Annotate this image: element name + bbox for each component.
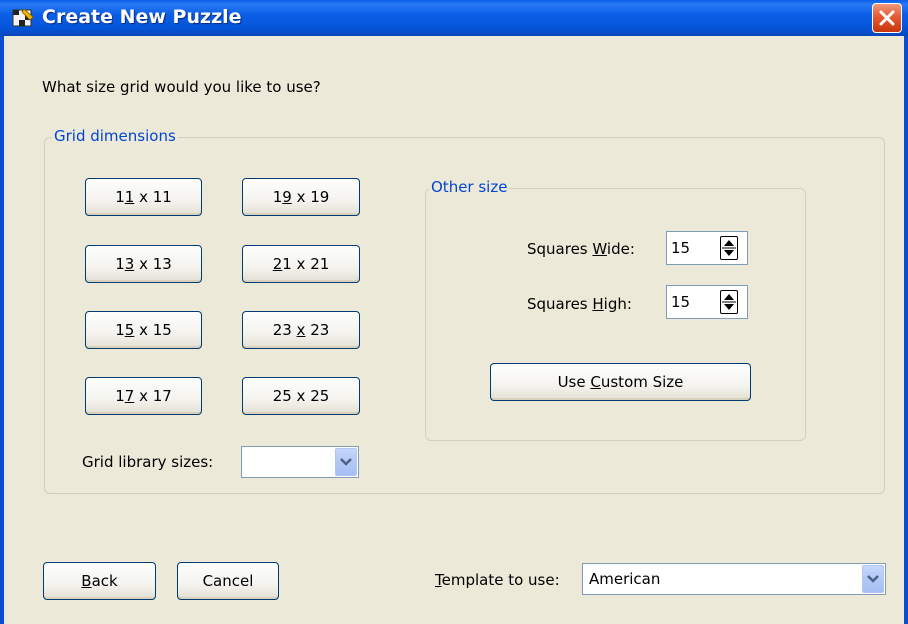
btn-label-pre: 1 [272, 188, 283, 206]
label-accel: T [435, 571, 442, 589]
chevron-down-icon [340, 458, 352, 466]
create-new-puzzle-dialog: Create New Puzzle What size grid would y… [0, 0, 908, 624]
btn-label-accel: C [590, 373, 601, 391]
dropdown-button[interactable] [335, 448, 357, 476]
btn-label-pre: 25 x 25 [272, 387, 330, 405]
use-custom-size-button[interactable]: Use Custom Size [490, 363, 751, 401]
btn-label-pre: 1 [115, 321, 125, 339]
other-size-group [425, 188, 806, 441]
back-button[interactable]: Back [43, 562, 156, 600]
btn-label-post: x 13 [134, 255, 172, 273]
template-select[interactable]: American [582, 563, 886, 595]
template-label: Template to use: [435, 571, 560, 589]
btn-label-post: 23 [305, 321, 330, 339]
btn-label-accel: B [81, 572, 92, 590]
cancel-button[interactable]: Cancel [177, 562, 279, 600]
spin-arrows[interactable] [720, 290, 738, 314]
squares-wide-label: Squares Wide: [527, 240, 635, 258]
btn-label-pre: Use [557, 373, 591, 391]
spin-arrows[interactable] [720, 236, 738, 260]
btn-label-post: ack [91, 572, 118, 590]
grid-dimensions-legend: Grid dimensions [52, 127, 178, 145]
size-23-button[interactable]: 23 x 23 [242, 311, 360, 349]
btn-label-pre: 1 [115, 387, 125, 405]
prompt-text: What size grid would you like to use? [42, 78, 321, 96]
title-bar[interactable]: Create New Puzzle [0, 0, 908, 36]
btn-label-accel: 1 [124, 188, 135, 206]
other-size-legend: Other size [429, 178, 510, 196]
btn-label-accel: 7 [124, 387, 135, 405]
btn-label-pre: 1 [115, 255, 125, 273]
label-post: igh: [603, 295, 632, 313]
btn-label-post: 1 x 21 [282, 255, 330, 273]
window-border-left [0, 36, 4, 624]
spin-up-down-icon [722, 240, 736, 256]
squares-high-label: Squares High: [527, 295, 632, 313]
label-accel: W [592, 240, 607, 258]
label-accel: H [592, 295, 604, 313]
btn-label-post: x 11 [134, 188, 172, 206]
squares-high-value: 15 [671, 293, 691, 311]
close-icon [879, 10, 895, 26]
label-pre: Squares [527, 240, 593, 258]
puzzle-grid-icon [12, 8, 34, 27]
squares-wide-value: 15 [671, 239, 691, 257]
btn-label-pre: 1 [115, 188, 125, 206]
spin-up-down-icon [722, 294, 736, 310]
btn-label-accel: 5 [124, 321, 135, 339]
size-25-button[interactable]: 25 x 25 [242, 377, 360, 415]
size-21-button[interactable]: 21 x 21 [242, 245, 360, 283]
chevron-down-icon [867, 575, 879, 583]
window-title: Create New Puzzle [42, 6, 242, 28]
btn-label-post: x 19 [291, 188, 330, 206]
squares-high-spinner[interactable]: 15 [666, 285, 748, 319]
window-border-right [904, 36, 908, 624]
squares-wide-spinner[interactable]: 15 [666, 231, 748, 265]
size-17-button[interactable]: 17 x 17 [85, 377, 202, 415]
btn-label-pre: 23 [272, 321, 297, 339]
btn-label-post: x 17 [134, 387, 172, 405]
close-button[interactable] [872, 3, 902, 33]
size-11-button[interactable]: 11 x 11 [85, 178, 202, 216]
btn-label-accel: 3 [124, 255, 135, 273]
size-15-button[interactable]: 15 x 15 [85, 311, 202, 349]
btn-label-accel: 9 [282, 188, 292, 206]
label-post: emplate to use: [441, 571, 560, 589]
size-13-button[interactable]: 13 x 13 [85, 245, 202, 283]
template-value: American [589, 570, 661, 588]
btn-label-post: ustom Size [600, 373, 684, 391]
btn-label: Cancel [202, 572, 254, 590]
label-pre: Squares [527, 295, 593, 313]
grid-library-sizes-label: Grid library sizes: [82, 453, 214, 471]
label-post: ide: [606, 240, 635, 258]
grid-library-sizes-select[interactable] [241, 446, 359, 478]
size-19-button[interactable]: 19 x 19 [242, 178, 360, 216]
dropdown-button[interactable] [862, 565, 884, 593]
btn-label-accel: 2 [272, 255, 283, 273]
btn-label-post: x 15 [134, 321, 172, 339]
